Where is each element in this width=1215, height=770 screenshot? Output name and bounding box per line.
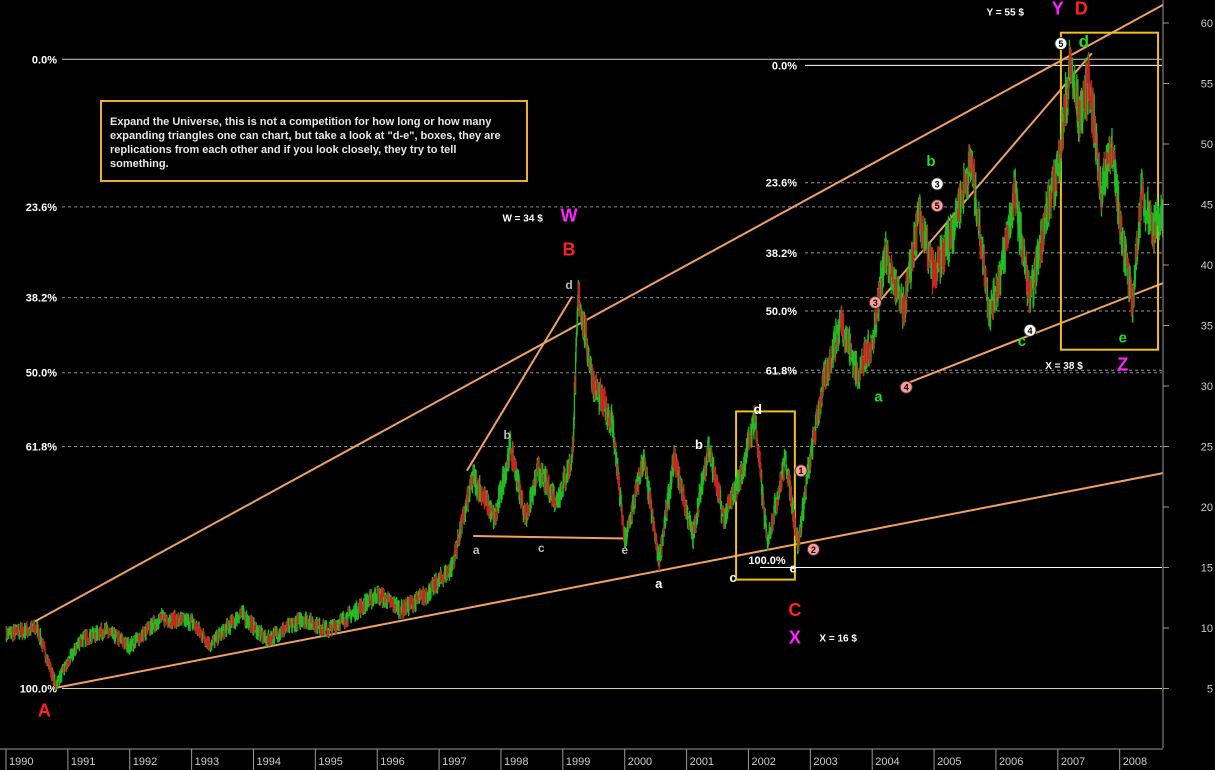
- x-tick-label: 1998: [504, 756, 528, 768]
- y-tick-label: 20: [1201, 502, 1213, 514]
- x-tick-label: 2000: [628, 756, 652, 768]
- wave-marker-number: 1: [799, 466, 804, 476]
- wave-label: e: [1119, 329, 1127, 346]
- wave-label: d: [1079, 32, 1089, 51]
- wave-label: C: [788, 600, 801, 620]
- x-tick-label: 2003: [813, 756, 837, 768]
- wave-markers: 1 2 3 4 5 3 4 5: [794, 37, 1068, 556]
- x-tick-label: 1990: [9, 756, 33, 768]
- wave-label: a: [655, 576, 663, 591]
- x-tick-label: 2005: [937, 756, 961, 768]
- fib-label-right: 61.8%: [766, 365, 797, 377]
- y-tick-label: 10: [1201, 623, 1213, 635]
- x-tick-label: 1996: [380, 756, 404, 768]
- wave-label: Y = 55 $: [987, 8, 1025, 19]
- y-tick-label: 45: [1201, 200, 1213, 212]
- wave-marker-number: 3: [935, 179, 940, 189]
- wave-label: c: [729, 570, 736, 585]
- x-tick-label: 2002: [751, 756, 775, 768]
- x-tick-label: 1993: [195, 756, 219, 768]
- wave-label: 100.0%: [748, 555, 786, 567]
- y-tick-label: 55: [1201, 79, 1213, 91]
- wave-marker-number: 2: [811, 545, 816, 555]
- x-tick-label: 1992: [133, 756, 157, 768]
- fib-label-right: 38.2%: [766, 248, 797, 260]
- wave-label: d: [753, 401, 762, 417]
- wave-label: Z: [1117, 354, 1128, 374]
- wave-label: W: [561, 205, 578, 225]
- x-tick-label: 1991: [71, 756, 95, 768]
- wave-label: d: [565, 278, 572, 292]
- y-tick-label: 40: [1201, 260, 1213, 272]
- wave-label: B: [563, 239, 576, 259]
- x-tick-label: 2004: [875, 756, 899, 768]
- wave-label: X: [789, 628, 801, 648]
- trendline: [52, 472, 1164, 690]
- fib-label-right: 23.6%: [766, 178, 797, 190]
- wave-label: e: [621, 543, 628, 557]
- fib-label-right: 50.0%: [766, 306, 797, 318]
- fib-label-left: 23.6%: [26, 202, 57, 214]
- x-tick-label: 1994: [256, 756, 280, 768]
- x-tick-label: 1997: [442, 756, 466, 768]
- wave-marker-number: 3: [873, 298, 878, 308]
- x-tick-label: 2008: [1123, 756, 1147, 768]
- trendline: [466, 295, 573, 472]
- wave-label: X = 38 $: [1045, 361, 1083, 372]
- x-tick-label: 2007: [1061, 756, 1085, 768]
- x-tick-label: 1999: [566, 756, 590, 768]
- y-tick-label: 5: [1207, 684, 1213, 696]
- x-tick-label: 1995: [318, 756, 342, 768]
- wave-label: a: [874, 389, 883, 406]
- fib-label-left: 61.8%: [26, 442, 57, 454]
- x-axis-panel: [0, 749, 1215, 770]
- fib-label-left: 100.0%: [20, 684, 58, 696]
- fib-label-left: 50.0%: [26, 368, 57, 380]
- wave-label: Y: [1052, 0, 1064, 19]
- wave-label: D: [1075, 0, 1088, 19]
- trendline: [473, 535, 625, 540]
- wave-marker-number: 4: [904, 383, 909, 393]
- y-tick-label: 60: [1201, 18, 1213, 30]
- wave-label: e: [789, 560, 796, 575]
- x-tick-label: 2001: [690, 756, 714, 768]
- wave-label: X = 16 $: [819, 633, 857, 644]
- wave-label: c: [1018, 333, 1026, 350]
- fib-label-left: 38.2%: [26, 293, 57, 305]
- wave-label: b: [503, 428, 510, 442]
- fib-label-left: 0.0%: [32, 54, 57, 66]
- x-tick-label: 2006: [999, 756, 1023, 768]
- y-tick-label: 35: [1201, 321, 1213, 333]
- y-tick-label: 50: [1201, 139, 1213, 151]
- wave-label: b: [926, 153, 935, 170]
- wave-label: W = 34 $: [502, 213, 543, 224]
- commentary-note: Expand the Universe, this is not a compe…: [100, 100, 528, 182]
- wave-label: c: [538, 541, 545, 555]
- y-tick-label: 15: [1201, 563, 1213, 575]
- wave-marker-number: 5: [935, 201, 940, 211]
- wave-label: A: [38, 700, 51, 720]
- fib-label-right: 0.0%: [772, 60, 797, 72]
- wave-marker-number: 5: [1058, 39, 1063, 49]
- wave-marker-number: 4: [1027, 326, 1032, 336]
- wave-label: a: [473, 543, 480, 557]
- y-tick-label: 30: [1201, 381, 1213, 393]
- wave-label: b: [695, 437, 703, 452]
- y-tick-label: 25: [1201, 442, 1213, 454]
